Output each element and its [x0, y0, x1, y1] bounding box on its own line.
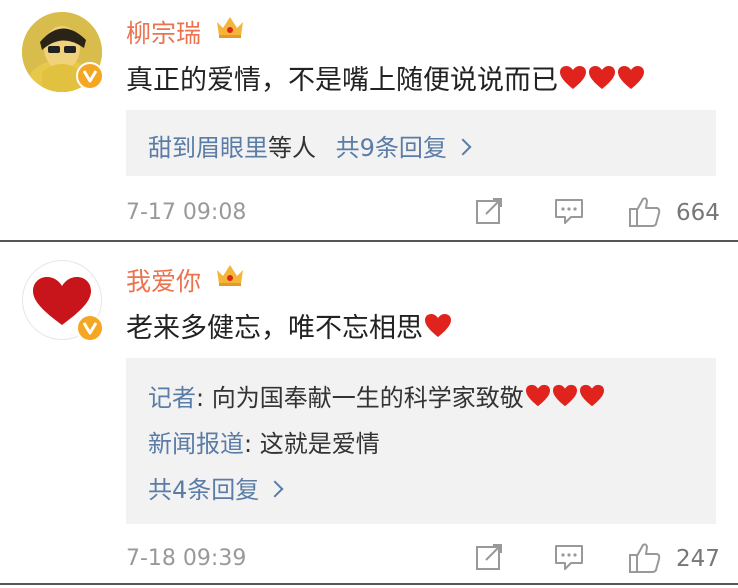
heart-icon [579, 384, 605, 414]
verified-icon [76, 314, 104, 342]
heart-icon [525, 384, 551, 414]
reply-author-link[interactable]: 新闻报道 [148, 430, 244, 458]
reply-author-link[interactable]: 记者 [148, 384, 196, 412]
timestamp: 7-18 09:39 [126, 546, 247, 571]
heart-icon [424, 313, 452, 346]
heart-icon [552, 384, 578, 414]
view-replies-label[interactable]: 共4条回复 [148, 476, 259, 504]
reply-box: 记者: 向为国奉献一生的科学家致敬 新闻报道: 这就是爱情 共4条回复 [126, 358, 716, 524]
like-icon[interactable] [628, 542, 662, 578]
comment-item: 我爱你 老来多健忘，唯不忘相思 记者: 向为国奉献一生的科学家致敬 新闻报道: … [0, 0, 738, 573]
username[interactable]: 我爱你 [126, 262, 201, 298]
reply-item[interactable]: 新闻报道: 这就是爱情 [148, 424, 380, 459]
comment-icon[interactable] [554, 542, 584, 576]
share-icon[interactable] [474, 542, 504, 576]
reply-item[interactable]: 记者: 向为国奉献一生的科学家致敬 [148, 378, 605, 414]
like-count: 247 [676, 546, 720, 572]
crown-icon [215, 262, 245, 288]
reply-text: : 向为国奉献一生的科学家致敬 [196, 384, 524, 412]
reply-text: : 这就是爱情 [244, 430, 380, 458]
view-replies-link[interactable]: 共4条回复 [148, 470, 284, 505]
chevron-right-icon [266, 480, 284, 498]
comment-text: 老来多健忘，唯不忘相思 [126, 306, 452, 346]
comment-footer: 7-18 09:39 247 [126, 542, 720, 578]
divider [0, 583, 738, 585]
